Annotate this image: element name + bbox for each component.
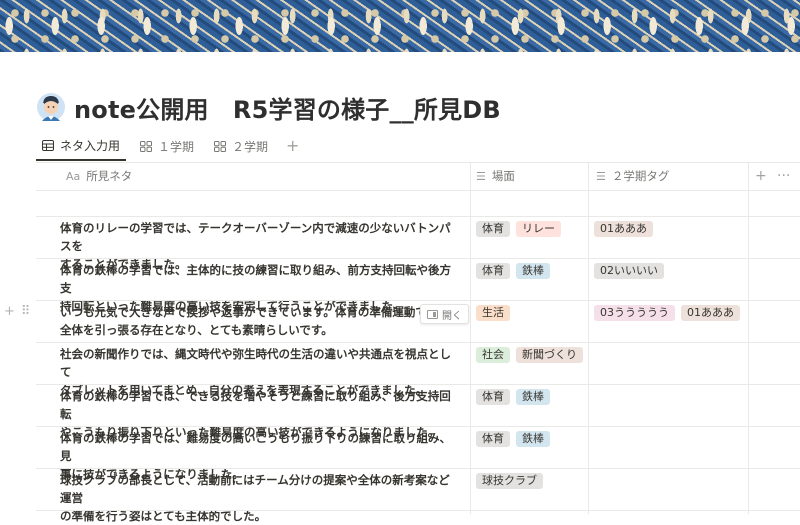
table-header: Aa 所見ネタ ☰ 場面 ☰ ２学期タグ + ···: [0, 162, 800, 190]
more-options-button[interactable]: ···: [777, 162, 790, 190]
term2-tag-cell[interactable]: 01あああ: [594, 221, 659, 237]
row-text-line: いつも元気で大きな声で挨拶や返事ができています。体育の準備運動で: [60, 305, 427, 319]
row-text-line: 体育の鉄棒の学習では、主体的に技の練習に取り組み、前方支持回転や後方支: [60, 263, 451, 295]
column-header-term2-tag[interactable]: ☰ ２学期タグ: [596, 162, 669, 190]
row-name-cell[interactable]: いつも元気で大きな声で挨拶や返事ができています。体育の準備運動で 全体を引っ張る存…: [60, 303, 460, 339]
open-page-icon: [427, 309, 438, 319]
tag-chip: 03ううううう: [594, 305, 675, 321]
tag-chip: 体育: [476, 389, 510, 405]
open-row-label: 開く: [442, 310, 462, 322]
column-header-label: 所見ネタ: [86, 169, 133, 183]
view-tabs: ネタ入力用 １学期 ２学期 +: [36, 132, 303, 162]
term2-tag-cell[interactable]: 03ううううう 01あああ: [594, 305, 746, 321]
row-name-cell[interactable]: 球技クラブの部長として、活動前にはチーム分けの提案や全体の新考案など運営 の準備を…: [60, 471, 460, 525]
tag-chip: 鉄棒: [516, 431, 550, 447]
table-row[interactable]: 体育の鉄棒の学習では、難易度の高いこうもり振り下りの練習に取り組み、見 事に技がで…: [0, 426, 800, 481]
tab-term1-view[interactable]: １学期: [134, 132, 200, 160]
column-header-label: ２学期タグ: [611, 169, 670, 183]
tag-chip: 鉄棒: [516, 263, 550, 279]
tab-label: ネタ入力用: [60, 139, 121, 153]
tag-chip: 02いいいい: [594, 263, 664, 279]
add-view-button[interactable]: +: [282, 132, 303, 160]
drag-handle-icon[interactable]: ⠿: [21, 304, 31, 319]
add-property-button[interactable]: +: [755, 162, 767, 190]
row-text-line: 体育のリレーの学習では、テークオーバーゾーン内で減速の少ないバトンパスを: [60, 221, 451, 253]
row-divider: [36, 510, 800, 511]
text-property-icon: Aa: [66, 169, 81, 183]
scene-cell[interactable]: 生活: [476, 305, 516, 321]
table-row[interactable]: [0, 190, 800, 216]
board-icon: [214, 140, 227, 152]
table-row[interactable]: 球技クラブの部長として、活動前にはチーム分けの提案や全体の新考案など運営 の準備を…: [0, 468, 800, 523]
row-text-line: 社会の新聞作りでは、縄文時代や弥生時代の生活の違いや共通点を視点として: [60, 347, 451, 379]
tab-input-view[interactable]: ネタ入力用: [36, 132, 127, 161]
scene-cell[interactable]: 社会 新聞づくり: [476, 347, 589, 363]
table-row[interactable]: 社会の新聞作りでは、縄文時代や弥生時代の生活の違いや共通点を視点として タブレット…: [0, 342, 800, 397]
board-icon: [140, 140, 153, 152]
table-row[interactable]: 体育のリレーの学習では、テークオーバーゾーン内で減速の少ないバトンパスを すること…: [0, 216, 800, 271]
tag-chip: 鉄棒: [516, 389, 550, 405]
multi-select-icon: ☰: [596, 169, 606, 183]
page-cover-image: [0, 0, 800, 52]
column-header-label: 場面: [491, 169, 515, 183]
page-header: note公開用 R5学習の様子__所見DB: [36, 90, 501, 124]
tab-label: １学期: [158, 139, 195, 154]
tab-term2-view[interactable]: ２学期: [208, 132, 274, 160]
scene-cell[interactable]: 体育 鉄棒: [476, 431, 556, 447]
tag-chip: 体育: [476, 221, 510, 237]
tag-chip: リレー: [516, 221, 561, 237]
scene-cell[interactable]: 体育 リレー: [476, 221, 567, 237]
person-icon[interactable]: [36, 92, 66, 122]
scene-cell[interactable]: 球技クラブ: [476, 473, 549, 489]
row-text-line: 球技クラブの部長として、活動前にはチーム分けの提案や全体の新考案など運営: [60, 473, 450, 505]
tag-chip: 01あああ: [681, 305, 740, 321]
scene-cell[interactable]: 体育 鉄棒: [476, 389, 556, 405]
tag-chip: 社会: [476, 347, 510, 363]
tag-chip: 01あああ: [594, 221, 653, 237]
table-row[interactable]: いつも元気で大きな声で挨拶や返事ができています。体育の準備運動で 全体を引っ張る存…: [0, 300, 800, 342]
table-row[interactable]: 体育の鉄棒の学習では、主体的に技の練習に取り組み、前方支持回転や後方支 持回転とい…: [0, 258, 800, 313]
tag-chip: 球技クラブ: [476, 473, 543, 489]
row-handle-group: + ⠿: [4, 304, 36, 319]
column-header-scene[interactable]: ☰ 場面: [476, 162, 515, 190]
row-text-line: 体育の鉄棒の学習では、難易度の高いこうもり振り下りの練習に取り組み、見: [60, 431, 451, 463]
table-row[interactable]: 体育の鉄棒の学習では、できる技を増やそうと練習に取り組み、後方支持回転 やこうもり…: [0, 384, 800, 439]
multi-select-icon: ☰: [476, 169, 486, 183]
row-text-line: 全体を引っ張る存在となり、とても素晴らしいです。: [60, 323, 333, 337]
row-text-line: 体育の鉄棒の学習では、できる技を増やそうと練習に取り組み、後方支持回転: [60, 389, 451, 421]
open-row-button[interactable]: 開く: [420, 304, 469, 324]
page-title: note公開用 R5学習の様子__所見DB: [74, 95, 501, 124]
column-header-name[interactable]: Aa 所見ネタ: [66, 162, 132, 190]
tag-chip: 新聞づくり: [516, 347, 583, 363]
table-icon: [42, 140, 54, 151]
scene-cell[interactable]: 体育 鉄棒: [476, 263, 556, 279]
row-divider: [36, 162, 800, 163]
tag-chip: 生活: [476, 305, 510, 321]
tab-label: ２学期: [232, 139, 269, 154]
term2-tag-cell[interactable]: 02いいいい: [594, 263, 670, 279]
tag-chip: 体育: [476, 431, 510, 447]
add-row-below-button[interactable]: +: [4, 304, 15, 319]
tag-chip: 体育: [476, 263, 510, 279]
